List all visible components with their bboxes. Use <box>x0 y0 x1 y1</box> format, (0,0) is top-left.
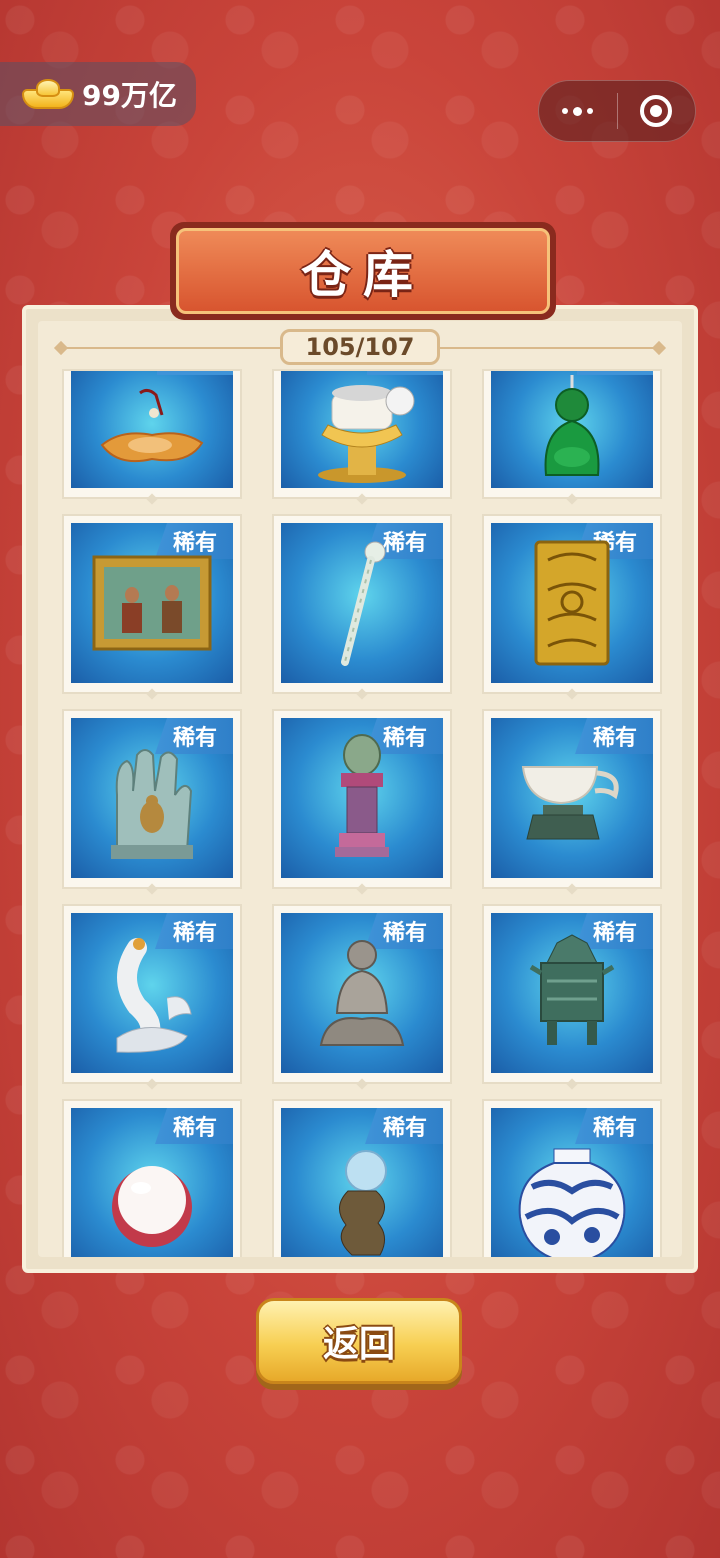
close-button[interactable] <box>618 81 696 141</box>
item-card[interactable]: 稀有 <box>62 514 242 700</box>
blue-white-porcelain-jar-icon <box>518 1148 626 1257</box>
ornate-stand-vessel-icon <box>335 734 389 857</box>
page-title: 仓库 <box>301 246 425 304</box>
item-grid[interactable]: 稀有 稀有 稀有 稀有 稀有 稀有 稀有 稀有 稀有 稀有 稀有 稀有 <box>62 369 666 1257</box>
silver-tea-vessel-icon <box>318 384 415 483</box>
item-card[interactable]: 稀有 <box>482 1099 662 1257</box>
miniprogram-capsule <box>538 80 696 142</box>
crystal-ball-stand-icon <box>339 1150 387 1256</box>
framed-painting-icon <box>92 555 212 651</box>
item-card[interactable]: 稀有 <box>62 709 242 895</box>
back-button[interactable]: 返回 <box>256 1298 462 1384</box>
rare-tag: 稀有 <box>365 1108 443 1144</box>
item-card[interactable]: 稀有 <box>482 514 662 700</box>
item-card[interactable]: 稀有 <box>482 709 662 895</box>
bronze-ritual-vessel-icon <box>529 934 615 1045</box>
white-jade-cup-icon <box>521 766 619 840</box>
large-pearl-icon <box>112 1166 192 1248</box>
item-card[interactable]: 稀有 <box>272 514 452 700</box>
rare-tag: 稀有 <box>575 1108 653 1144</box>
target-close-icon <box>640 95 673 127</box>
item-count: 105/107 <box>280 329 440 365</box>
gold-plaque-icon <box>534 540 610 666</box>
jade-ruyi-scepter-icon <box>341 541 386 666</box>
panel-inner[interactable]: 105/107 稀有 稀有 稀有 稀有 稀有 稀有 稀有 稀有 稀有 稀有 稀有… <box>38 321 682 1257</box>
buddha-hand-icon <box>111 749 193 859</box>
item-card[interactable]: 稀有 <box>272 1099 452 1257</box>
item-card[interactable] <box>482 369 662 505</box>
item-card[interactable]: 稀有 <box>272 709 452 895</box>
rare-tag: 稀有 <box>155 1108 233 1144</box>
coin-balance: 99万亿 <box>0 62 196 126</box>
item-card[interactable]: 稀有 <box>482 904 662 1090</box>
more-button[interactable] <box>539 81 617 141</box>
item-card[interactable] <box>272 369 452 505</box>
rare-tag: 稀有 <box>155 523 233 559</box>
warehouse-panel: 105/107 稀有 稀有 稀有 稀有 稀有 稀有 稀有 稀有 稀有 稀有 稀有… <box>22 305 698 1273</box>
item-card[interactable]: 稀有 <box>62 904 242 1090</box>
green-jade-buddha-icon <box>544 374 600 476</box>
gold-ingot-icon <box>22 77 74 111</box>
item-card[interactable]: 稀有 <box>62 1099 242 1257</box>
back-button-label: 返回 <box>322 1324 395 1365</box>
title-plaque: 仓库 <box>170 222 556 320</box>
rare-tag: 稀有 <box>575 718 653 754</box>
coin-amount: 99万亿 <box>82 79 177 112</box>
more-dots-icon <box>562 106 594 116</box>
item-card[interactable]: 稀有 <box>272 904 452 1090</box>
jade-pendant-icon <box>100 388 204 462</box>
item-card[interactable] <box>62 369 242 505</box>
stone-buddha-statue-icon <box>319 940 405 1046</box>
white-fish-carving-icon <box>116 938 192 1053</box>
